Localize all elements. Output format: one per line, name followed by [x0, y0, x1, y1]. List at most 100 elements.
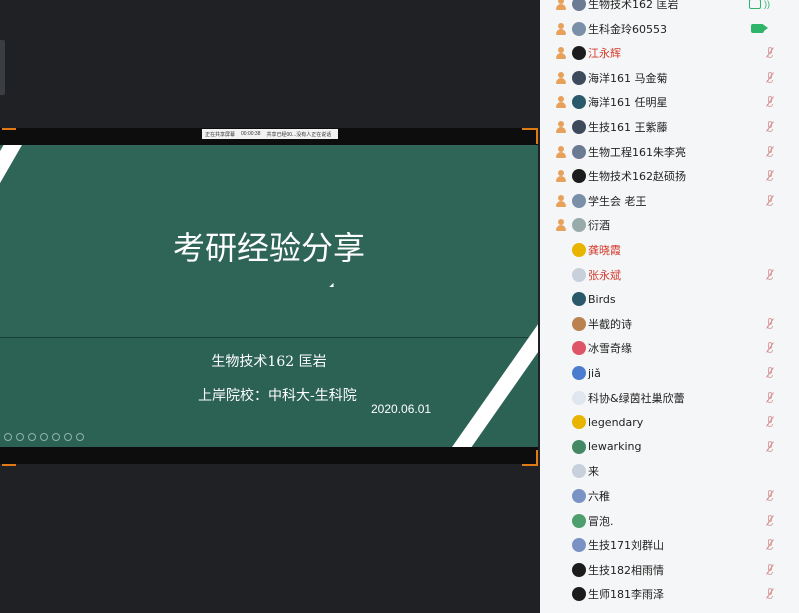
mic-muted-icon[interactable]	[765, 342, 775, 354]
member-name: 科协&绿茵社巢欣蕾	[588, 391, 685, 405]
mic-muted-icon[interactable]	[765, 268, 775, 281]
member-row[interactable]: 龚晓霞	[540, 238, 799, 262]
member-row[interactable]: legendary	[540, 410, 799, 434]
mic-muted-icon[interactable]	[765, 96, 775, 108]
avatar	[572, 193, 586, 208]
avatar	[572, 538, 586, 553]
member-row[interactable]: 生科金玲60553	[540, 17, 799, 41]
member-name: 海洋161 马金菊	[588, 71, 668, 85]
member-name: 生物技术162赵硕扬	[588, 170, 686, 184]
member-row[interactable]: lewarking	[540, 435, 799, 459]
frame-corner-marker	[2, 450, 16, 466]
member-row[interactable]: 生物工程161朱李亮	[540, 140, 799, 164]
member-name: 生科金玲60553	[588, 22, 667, 36]
mic-muted-icon[interactable]	[765, 367, 775, 379]
pen-icon[interactable]	[28, 433, 36, 441]
member-name: legendary	[588, 415, 644, 429]
slide-divider	[0, 337, 538, 338]
member-row[interactable]: 生物技术162赵硕扬	[540, 164, 799, 188]
mic-muted-icon[interactable]	[765, 145, 775, 158]
avatar	[572, 95, 586, 110]
presentation-slide: 考研经验分享 生物技术162 匡岩 上岸院校：中科大-生科院 2020.06.0…	[0, 145, 538, 447]
video-stage: 正在共享屏幕 00:00:38 共享已经00...没有人正在说话 考研经验分享 …	[0, 0, 540, 613]
member-name: 江永辉	[588, 47, 621, 61]
avatar	[572, 46, 586, 61]
screen-share-status-bar[interactable]: 正在共享屏幕 00:00:38 共享已经00...没有人正在说话	[202, 129, 338, 139]
avatar	[572, 464, 586, 479]
member-row[interactable]: Birds	[540, 287, 799, 311]
slide-presenter: 生物技术162 匡岩	[211, 354, 327, 370]
member-list-panel[interactable]: 生物技术162 匡岩)) 生科金玲60553 江永辉海洋161 马金菊海洋161 任…	[540, 0, 799, 613]
mic-muted-icon[interactable]	[765, 440, 775, 453]
next-slide-icon[interactable]	[16, 433, 24, 441]
avatar	[572, 390, 586, 405]
member-row[interactable]: 冒泡.	[540, 509, 799, 533]
mic-muted-icon[interactable]	[765, 194, 775, 207]
camera-on-icon[interactable]	[751, 24, 768, 34]
member-name: jiǎ	[588, 366, 601, 380]
avatar	[572, 489, 586, 503]
member-row[interactable]: 来	[540, 459, 799, 483]
member-row[interactable]: 生物技术162 匡岩))	[540, 0, 799, 16]
avatar	[572, 587, 586, 602]
member-row[interactable]: 海洋161 任明星	[540, 90, 799, 114]
mic-muted-icon[interactable]	[765, 71, 775, 84]
prev-slide-icon[interactable]	[4, 433, 12, 441]
avatar	[572, 169, 586, 184]
user-role-icon	[555, 22, 567, 35]
member-row[interactable]: 生师181李雨泽	[540, 582, 799, 606]
mic-muted-icon[interactable]	[765, 47, 775, 59]
mic-muted-icon[interactable]	[765, 391, 775, 404]
mic-muted-icon[interactable]	[765, 563, 775, 576]
more-icon[interactable]	[76, 433, 84, 441]
frame-corner-marker	[522, 128, 538, 144]
mic-muted-icon[interactable]	[765, 317, 775, 330]
frame-corner-marker	[522, 450, 538, 466]
member-row[interactable]: 海洋161 马金菊	[540, 66, 799, 90]
avatar	[572, 316, 586, 331]
member-row[interactable]: 六稚	[540, 484, 799, 508]
slide-toolbar	[4, 433, 84, 441]
avatar	[572, 439, 586, 454]
user-role-icon	[555, 194, 567, 207]
speaking-icon: ))	[764, 0, 770, 9]
member-row[interactable]: 冰雪奇缘	[540, 336, 799, 360]
member-name: 来	[588, 465, 599, 479]
user-role-icon	[555, 170, 567, 183]
slide-title: 考研经验分享	[172, 229, 365, 267]
avatar	[572, 341, 586, 356]
member-row[interactable]: 生技182相雨情	[540, 558, 799, 582]
user-role-icon	[555, 145, 567, 158]
screen-share-icon[interactable]	[749, 0, 761, 9]
mic-muted-icon[interactable]	[765, 539, 775, 551]
member-row[interactable]: 生技171刘群山	[540, 533, 799, 557]
mic-muted-icon[interactable]	[765, 170, 775, 182]
frame-corner-marker	[2, 128, 16, 144]
slide-school: 上岸院校：中科大-生科院	[198, 388, 357, 404]
grid-icon[interactable]	[40, 433, 48, 441]
member-row[interactable]: 科协&绿茵社巢欣蕾	[540, 386, 799, 410]
mic-muted-icon[interactable]	[765, 416, 775, 428]
avatar	[572, 267, 586, 282]
mic-muted-icon[interactable]	[765, 121, 775, 133]
member-row[interactable]: jiǎ	[540, 361, 799, 385]
member-name: 生物技术162 匡岩	[588, 0, 679, 11]
avatar	[572, 415, 586, 430]
member-row[interactable]: 学生会 老王	[540, 189, 799, 213]
member-name: 冒泡.	[588, 514, 614, 528]
user-role-icon	[555, 219, 567, 232]
pointer-icon[interactable]	[64, 433, 72, 441]
collapse-handle[interactable]	[0, 40, 5, 95]
mic-muted-icon[interactable]	[765, 588, 775, 600]
user-role-icon	[555, 121, 567, 133]
user-role-icon	[555, 71, 567, 84]
member-row[interactable]: 江永辉	[540, 41, 799, 65]
zoom-icon[interactable]	[52, 433, 60, 441]
member-row[interactable]: 半截的诗	[540, 312, 799, 336]
mic-muted-icon[interactable]	[765, 490, 775, 502]
member-row[interactable]: 生技161 王紫藤	[540, 115, 799, 139]
mic-muted-icon[interactable]	[765, 514, 775, 527]
member-row[interactable]: 张永斌	[540, 263, 799, 287]
member-row[interactable]: 衍酒	[540, 213, 799, 237]
user-role-icon	[555, 0, 567, 10]
